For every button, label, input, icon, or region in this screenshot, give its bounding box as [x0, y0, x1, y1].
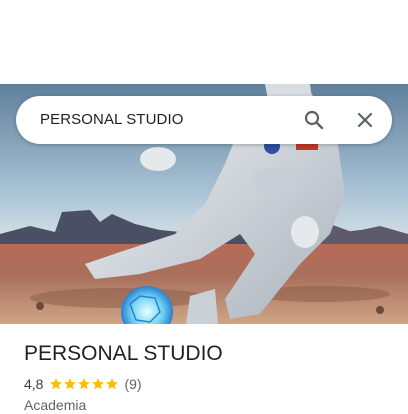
- place-category: Academia: [24, 397, 87, 413]
- close-icon: [357, 112, 373, 128]
- search-input[interactable]: PERSONAL STUDIO: [40, 96, 183, 144]
- star-icon: [78, 378, 91, 390]
- rating-value: 4,8: [24, 376, 44, 392]
- close-button[interactable]: [349, 104, 381, 136]
- star-icon: [50, 378, 63, 390]
- search-icon: [304, 110, 324, 130]
- review-count[interactable]: (9): [124, 376, 141, 392]
- rating-row[interactable]: 4,8 (9): [24, 374, 142, 394]
- star-icon: [64, 378, 77, 390]
- star-icon: [106, 378, 119, 390]
- search-bar[interactable]: PERSONAL STUDIO: [16, 96, 392, 144]
- star-icon: [92, 378, 105, 390]
- rating-stars: [49, 377, 119, 391]
- search-button[interactable]: [298, 104, 330, 136]
- place-title: PERSONAL STUDIO: [24, 342, 223, 365]
